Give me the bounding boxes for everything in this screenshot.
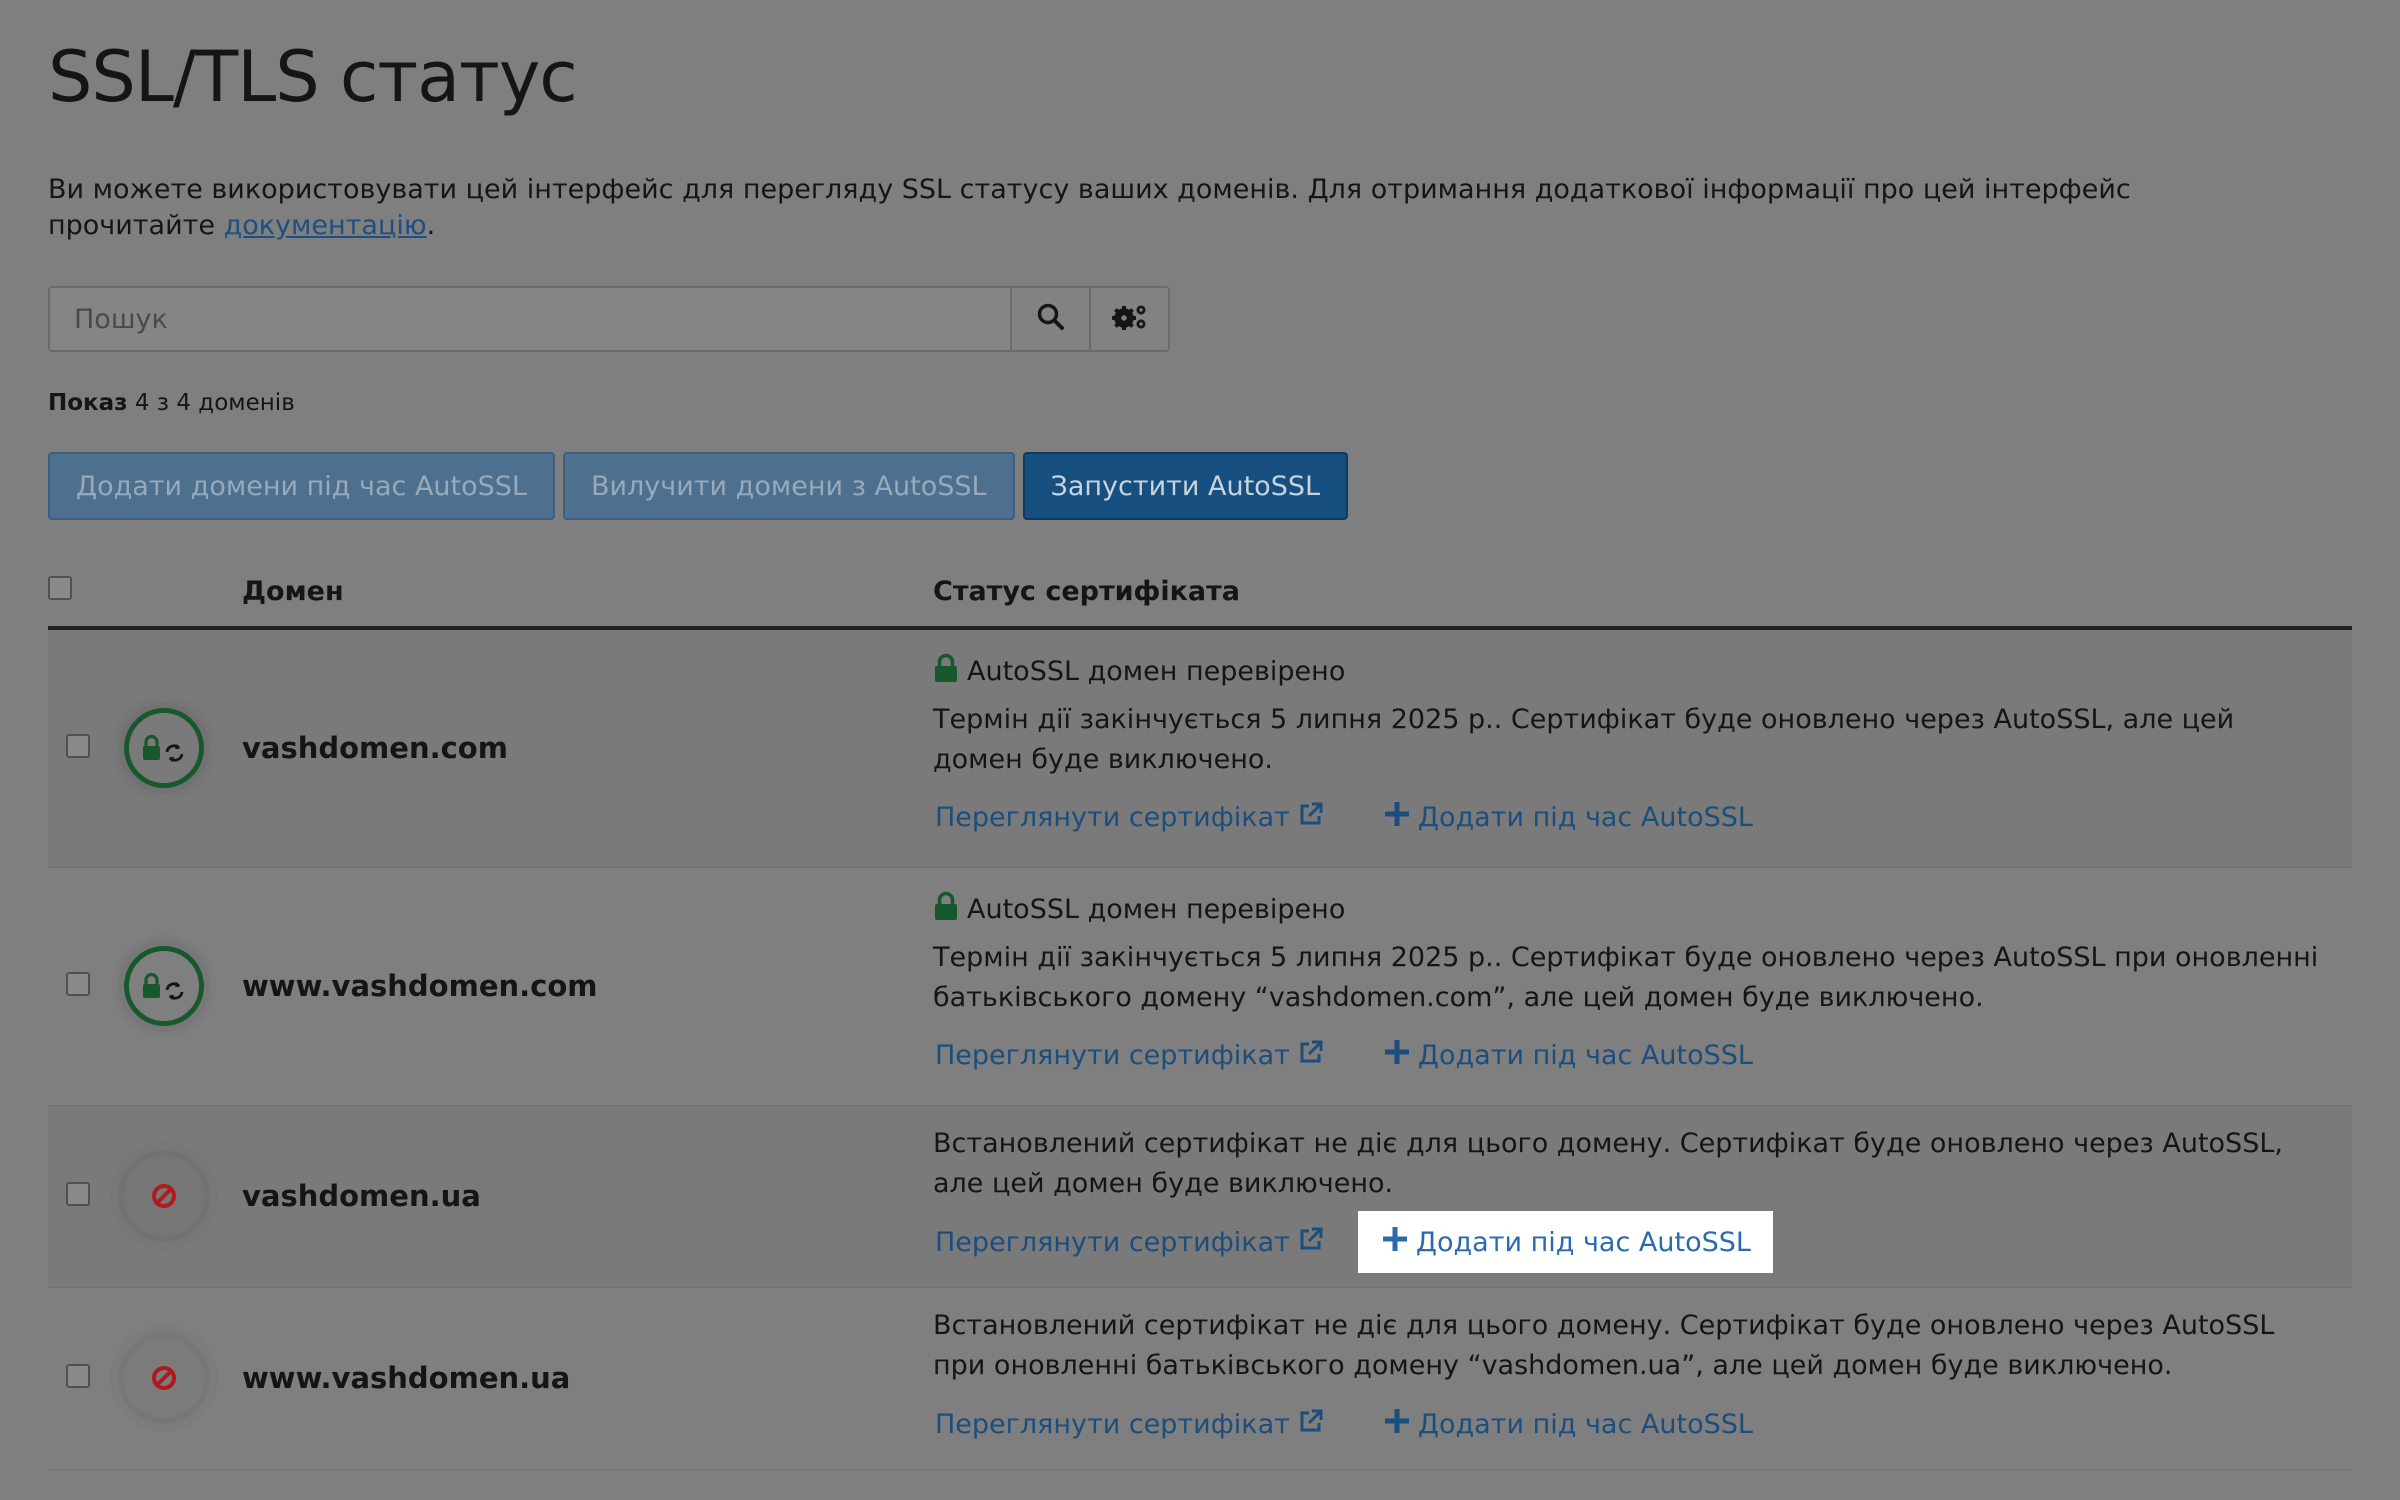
icon-header	[108, 556, 242, 630]
row-actions: Переглянути сертифікат Додати під час Au…	[933, 792, 2332, 844]
status-title: AutoSSL домен перевірено	[933, 891, 2332, 928]
status-description: Встановлений сертифікат не діє для цього…	[933, 1310, 2275, 1381]
plus-icon	[1384, 1408, 1410, 1441]
add-to-autossl-link[interactable]: Додати під час AutoSSL	[1360, 787, 1775, 849]
search-button[interactable]	[1010, 288, 1089, 350]
external-link-icon	[1298, 1226, 1324, 1259]
search-icon	[1036, 302, 1066, 336]
select-all-cell	[48, 556, 108, 630]
lock-icon	[933, 891, 959, 928]
select-all-checkbox[interactable]	[48, 575, 72, 600]
domain-name: vashdomen.ua	[242, 1105, 933, 1288]
status-description: Термін дії закінчується 5 липня 2025 р..…	[933, 703, 2235, 775]
domains-table: Домен Статус сертифіката vashdomen.com A…	[48, 556, 2352, 1470]
add-to-autossl-label: Додати під час AutoSSL	[1417, 1408, 1753, 1440]
add-to-autossl-label: Додати під час AutoSSL	[1417, 1040, 1753, 1071]
page-title: SSL/TLS статус	[48, 36, 578, 118]
row-checkbox-cell	[48, 1105, 108, 1288]
add-domains-autossl-button[interactable]: Додати домени під час AutoSSL	[48, 452, 555, 520]
invalid-certificate-icon	[124, 1156, 204, 1236]
row-checkbox[interactable]	[66, 1182, 90, 1206]
lock-icon	[933, 653, 959, 690]
run-autossl-button[interactable]: Запустити AutoSSL	[1022, 452, 1349, 520]
row-icon-cell	[108, 628, 242, 868]
domain-column-header: Домен	[242, 556, 933, 630]
autossl-valid-icon	[124, 946, 204, 1026]
view-certificate-label: Переглянути сертифікат	[935, 1408, 1290, 1440]
row-actions: Переглянути сертифікат Додати під час Au…	[933, 1398, 2332, 1450]
documentation-link[interactable]: документацію	[224, 210, 427, 241]
row-checkbox-cell	[48, 1287, 108, 1470]
status-column-header: Статус сертифіката	[933, 556, 2352, 630]
add-to-autossl-label: Додати під час AutoSSL	[1417, 802, 1753, 834]
table-row: www.vashdomen.ua Встановлений сертифікат…	[48, 1287, 2352, 1470]
intro-end: .	[426, 210, 436, 241]
row-icon-cell	[108, 1105, 242, 1288]
external-link-icon	[1298, 801, 1324, 834]
table-header-row: Домен Статус сертифіката	[48, 556, 2352, 630]
row-checkbox-cell	[48, 867, 108, 1106]
autossl-valid-icon	[124, 708, 204, 789]
intro-paragraph: Ви можете використовувати цей інтерфейс …	[48, 172, 2288, 244]
results-count: Показ 4 з 4 доменів	[48, 390, 295, 416]
view-certificate-link[interactable]: Переглянути сертифікат	[935, 1408, 1324, 1441]
row-checkbox-cell	[48, 628, 108, 868]
view-certificate-link[interactable]: Переглянути сертифікат	[935, 1226, 1324, 1259]
view-certificate-link[interactable]: Переглянути сертифікат	[935, 801, 1324, 834]
external-link-icon	[1298, 1039, 1324, 1072]
row-checkbox[interactable]	[66, 734, 90, 759]
status-description: Встановлений сертифікат не діє для цього…	[933, 1128, 2283, 1199]
external-link-icon	[1298, 1408, 1324, 1441]
status-cell: AutoSSL домен перевірено Термін дії закі…	[933, 628, 2352, 868]
status-cell: Встановлений сертифікат не діє для цього…	[933, 1287, 2352, 1470]
status-cell: AutoSSL домен перевірено Термін дії закі…	[933, 867, 2352, 1106]
results-count-label: Показ	[48, 390, 128, 416]
status-title-text: AutoSSL домен перевірено	[967, 893, 1346, 925]
domain-name: www.vashdomen.com	[242, 867, 933, 1106]
row-actions: Переглянути сертифікат Додати під час Au…	[933, 1030, 2332, 1082]
domain-name: vashdomen.com	[242, 628, 933, 868]
status-title-text: AutoSSL домен перевірено	[967, 655, 1346, 687]
search-bar	[48, 286, 1170, 352]
table-row: www.vashdomen.com AutoSSL домен перевіре…	[48, 867, 2352, 1106]
view-certificate-label: Переглянути сертифікат	[935, 802, 1290, 834]
status-description: Термін дії закінчується 5 липня 2025 р..…	[933, 941, 2319, 1013]
settings-button[interactable]	[1089, 288, 1168, 350]
row-icon-cell	[108, 1287, 242, 1470]
table-row: vashdomen.ua Встановлений сертифікат не …	[48, 1105, 2352, 1288]
search-input[interactable]	[50, 288, 1010, 350]
row-icon-cell	[108, 867, 242, 1106]
table-row: vashdomen.com AutoSSL домен перевірено Т…	[48, 628, 2352, 868]
view-certificate-label: Переглянути сертифікат	[935, 1226, 1290, 1258]
gears-icon	[1111, 302, 1149, 336]
domain-name: www.vashdomen.ua	[242, 1287, 933, 1470]
view-certificate-link[interactable]: Переглянути сертифікат	[935, 1039, 1324, 1072]
view-certificate-label: Переглянути сертифікат	[935, 1040, 1290, 1071]
exclude-domains-autossl-button[interactable]: Вилучити домени з AutoSSL	[562, 452, 1015, 520]
add-to-autossl-link[interactable]: Додати під час AutoSSL	[1360, 1025, 1775, 1087]
status-cell: Встановлений сертифікат не діє для цього…	[933, 1105, 2352, 1288]
plus-icon	[1384, 1039, 1410, 1072]
add-to-autossl-link[interactable]: Додати під час AutoSSL	[1360, 1393, 1775, 1455]
add-to-autossl-link-highlighted[interactable]: Додати під час AutoSSL	[1357, 1211, 1773, 1273]
plus-icon	[1384, 801, 1410, 834]
results-count-value: 4 з 4 доменів	[134, 390, 295, 416]
invalid-certificate-icon	[124, 1338, 204, 1418]
action-buttons: Додати домени під час AutoSSL Вилучити д…	[48, 452, 1349, 520]
status-title: AutoSSL домен перевірено	[933, 653, 2332, 690]
row-checkbox[interactable]	[66, 972, 90, 996]
row-actions: Переглянути сертифікат Додати під час Au…	[933, 1211, 2332, 1273]
plus-icon	[1382, 1226, 1408, 1259]
row-checkbox[interactable]	[66, 1364, 90, 1388]
add-to-autossl-label: Додати під час AutoSSL	[1415, 1226, 1751, 1258]
